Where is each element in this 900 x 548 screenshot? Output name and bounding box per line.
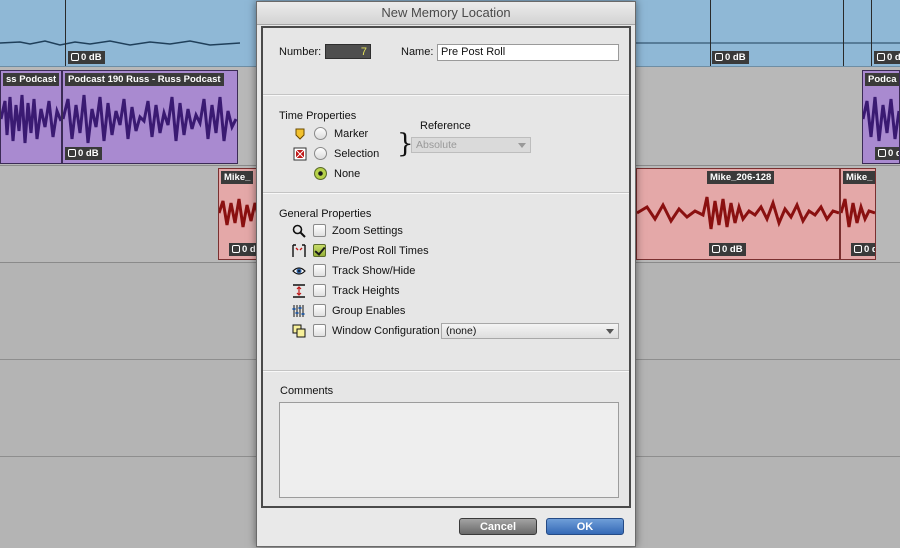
window-config-checkbox[interactable] — [313, 324, 326, 337]
dialog-panel: Number: 7 Name: Pre Post Roll Time Prope… — [263, 28, 629, 506]
clip-gain[interactable]: 0 dB — [709, 243, 746, 256]
pre-post-roll-label: Pre/Post Roll Times — [332, 245, 429, 257]
dialog-title: New Memory Location — [257, 2, 635, 25]
magnifier-icon — [292, 224, 306, 238]
separator — [263, 192, 629, 194]
number-field[interactable]: 7 — [325, 44, 371, 59]
zoom-settings-checkbox[interactable] — [313, 224, 326, 237]
group-enables-label: Group Enables — [332, 305, 406, 317]
clip-gain[interactable]: 0 d — [851, 243, 875, 256]
marker-icon — [295, 128, 305, 140]
clip-gain[interactable]: 0 dB — [68, 51, 105, 64]
track-show-hide-checkbox[interactable] — [313, 264, 326, 277]
track-height-icon — [293, 284, 305, 298]
comments-label: Comments — [280, 385, 334, 397]
zoom-settings-label: Zoom Settings — [332, 225, 403, 237]
ok-button[interactable]: OK — [546, 518, 624, 535]
selection-label: Selection — [334, 148, 380, 160]
separator — [263, 94, 629, 96]
audio-clip[interactable]: Mike_206-128 0 dB — [636, 168, 840, 260]
track-heights-label: Track Heights — [332, 285, 400, 297]
window-config-select[interactable]: (none) — [441, 323, 619, 339]
marker-radio[interactable] — [314, 127, 327, 140]
pre-post-roll-checkbox[interactable] — [313, 244, 326, 257]
clip-gain[interactable]: 0 dB — [875, 147, 899, 160]
track-show-hide-label: Track Show/Hide — [332, 265, 416, 277]
clip-gain[interactable]: 0 dB — [65, 147, 102, 160]
general-properties-heading: General Properties — [279, 208, 372, 220]
group-enables-icon — [292, 305, 305, 317]
name-field[interactable]: Pre Post Roll — [437, 44, 619, 61]
comments-textarea[interactable] — [279, 402, 619, 498]
name-label: Name: — [401, 46, 434, 58]
dialog-frame: Number: 7 Name: Pre Post Roll Time Prope… — [261, 26, 631, 508]
reference-select[interactable]: Absolute — [411, 137, 531, 153]
none-radio[interactable] — [314, 167, 327, 180]
selection-radio[interactable] — [314, 147, 327, 160]
eye-icon — [292, 267, 306, 275]
time-properties-heading: Time Properties — [279, 110, 357, 122]
new-memory-location-dialog: New Memory Location Number: 7 Name: Pre … — [256, 1, 636, 547]
chevron-down-icon — [518, 143, 526, 148]
reference-label: Reference — [420, 120, 471, 132]
cancel-button[interactable]: Cancel — [459, 518, 537, 535]
audio-clip[interactable]: Mike_ 0 d — [840, 168, 876, 260]
window-config-icon — [292, 324, 306, 338]
clip-gain[interactable]: 0 dB — [874, 51, 900, 64]
number-label: Number: — [279, 46, 322, 58]
audio-clip[interactable]: Podca 0 dB — [862, 70, 900, 164]
window-config-label: Window Configuration — [332, 325, 440, 337]
pre-post-roll-icon — [292, 244, 306, 257]
none-label: None — [334, 168, 361, 180]
clip-gain[interactable]: 0 dB — [712, 51, 749, 64]
track-heights-checkbox[interactable] — [313, 284, 326, 297]
separator — [263, 370, 629, 372]
chevron-down-icon — [606, 329, 614, 334]
group-enables-checkbox[interactable] — [313, 304, 326, 317]
selection-icon — [293, 147, 307, 161]
audio-clip[interactable]: ss Podcast — [0, 70, 62, 164]
audio-clip[interactable]: Podcast 190 Russ - Russ Podcast 0 dB — [62, 70, 238, 164]
marker-label: Marker — [334, 128, 369, 140]
